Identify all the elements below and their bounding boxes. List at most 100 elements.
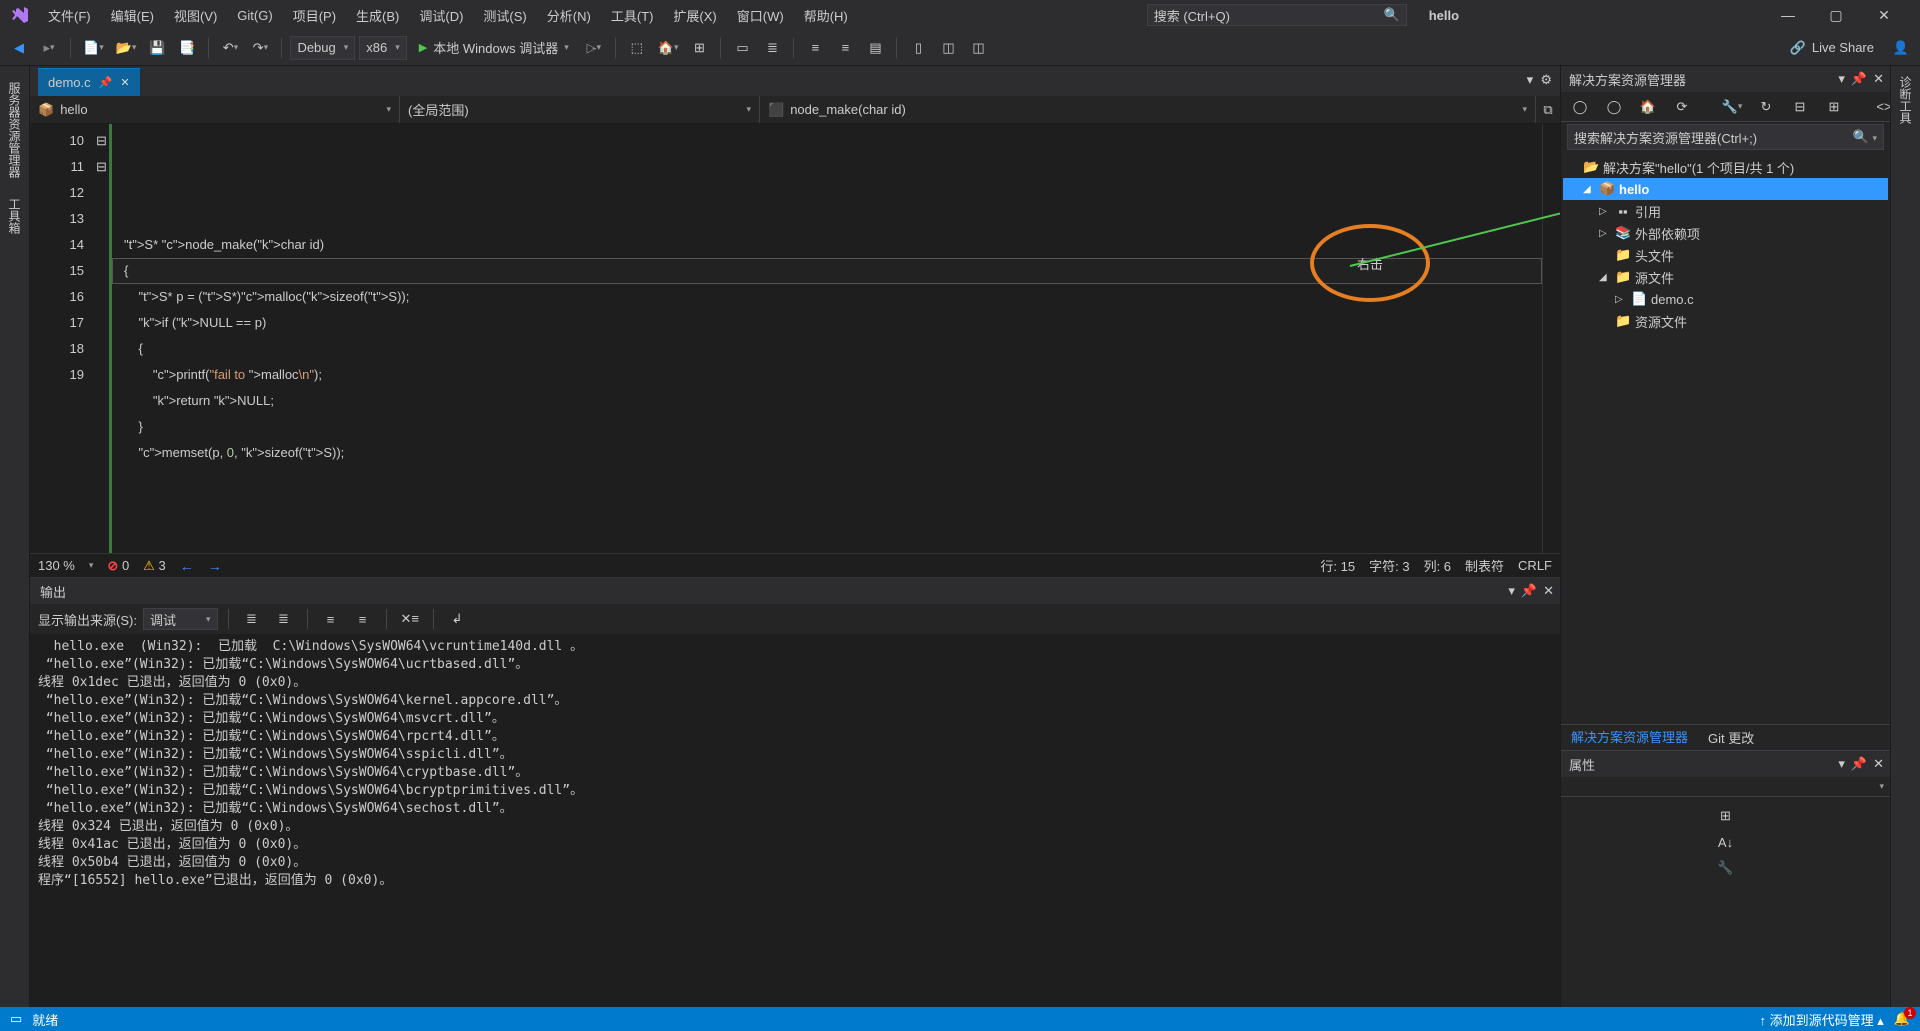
output-btn-1[interactable]: ≣ xyxy=(239,606,265,632)
se-sync-icon[interactable]: ⟳ xyxy=(1669,94,1695,120)
start-debug-button[interactable]: ▶本地 Windows 调试器▾ xyxy=(411,35,577,61)
menu-help[interactable]: 帮助(H) xyxy=(796,2,856,29)
panel-dropdown-icon[interactable]: ▾ xyxy=(1508,583,1515,599)
props-cat-icon[interactable]: ⊞ xyxy=(1567,803,1884,829)
solution-tree[interactable]: 📂解决方案"hello"(1 个项目/共 1 个) ◢📦hello ▷▪▪引用 … xyxy=(1561,152,1890,724)
se-refresh-icon[interactable]: ↻ xyxy=(1753,94,1779,120)
toolbox-tab[interactable]: 工具箱 xyxy=(0,188,29,244)
close-button[interactable]: ✕ xyxy=(1864,1,1904,29)
menu-test[interactable]: 测试(S) xyxy=(475,2,534,29)
maximize-button[interactable]: ▢ xyxy=(1816,1,1856,29)
menu-project[interactable]: 项目(P) xyxy=(285,2,344,29)
file-tab-demo[interactable]: demo.c 📌 ✕ xyxy=(38,68,140,96)
pin-icon[interactable]: 📌 xyxy=(99,76,113,89)
prev-issue-button[interactable]: ← xyxy=(180,558,194,574)
props-az-icon[interactable]: A↓ xyxy=(1567,829,1884,855)
se-close-icon[interactable]: ✕ xyxy=(1873,71,1884,87)
tree-project-hello[interactable]: ◢📦hello xyxy=(1563,178,1888,200)
tree-solution-root[interactable]: 📂解决方案"hello"(1 个项目/共 1 个) xyxy=(1563,156,1888,178)
notifications-icon[interactable]: 🔔1 xyxy=(1894,1011,1910,1027)
wrap-output-icon[interactable]: ↲ xyxy=(444,606,470,632)
tb-icon-4[interactable]: ▭ xyxy=(729,35,755,61)
tb-icon-7[interactable]: ≡ xyxy=(832,35,858,61)
nav-fwd-button[interactable]: ▸▾ xyxy=(36,35,62,61)
tb-icon-5[interactable]: ≣ xyxy=(759,35,785,61)
pin-panel-icon[interactable]: 📌 xyxy=(1521,583,1537,599)
tb-icon-11[interactable]: ◫ xyxy=(965,35,991,61)
server-explorer-tab[interactable]: 服务器资源管理器 xyxy=(0,72,29,188)
menu-tools[interactable]: 工具(T) xyxy=(603,2,662,29)
menu-analyze[interactable]: 分析(N) xyxy=(539,2,599,29)
props-wrench-icon[interactable]: 🔧 xyxy=(1567,855,1884,881)
scope-project-dropdown[interactable]: 📦 hello▾ xyxy=(30,96,400,123)
props-close-icon[interactable]: ✕ xyxy=(1873,756,1884,772)
menu-window[interactable]: 窗口(W) xyxy=(729,2,792,29)
menu-edit[interactable]: 编辑(E) xyxy=(103,2,162,29)
menu-extensions[interactable]: 扩展(X) xyxy=(665,2,724,29)
zoom-level[interactable]: 130 % xyxy=(38,558,75,573)
tree-headers[interactable]: 📁头文件 xyxy=(1563,244,1888,266)
save-all-button[interactable]: 📑 xyxy=(174,35,200,61)
se-fwd-icon[interactable]: ◯ xyxy=(1601,94,1627,120)
minimap-scroll[interactable] xyxy=(1542,124,1560,553)
add-to-src-control[interactable]: ↑ 添加到源代码管理 ▴ xyxy=(1760,1010,1884,1029)
se-home-icon[interactable]: 🏠 xyxy=(1635,94,1661,120)
se-tool-icon[interactable]: 🔧▾ xyxy=(1719,94,1745,120)
save-button[interactable]: 💾 xyxy=(144,35,170,61)
menu-debug[interactable]: 调试(D) xyxy=(411,2,471,29)
diagnostics-tab[interactable]: 诊断工具 xyxy=(1891,66,1920,134)
menu-build[interactable]: 生成(B) xyxy=(348,2,407,29)
minimize-button[interactable]: — xyxy=(1768,1,1808,29)
tab-dropdown-icon[interactable]: ▾ ⚙ xyxy=(1527,72,1552,88)
output-btn-4[interactable]: ≡ xyxy=(350,606,376,632)
tab-mode[interactable]: 制表符 xyxy=(1465,556,1504,575)
next-issue-button[interactable]: → xyxy=(208,558,222,574)
new-item-button[interactable]: 📄▾ xyxy=(79,35,108,61)
open-button[interactable]: 📂▾ xyxy=(112,35,141,61)
tree-references[interactable]: ▷▪▪引用 xyxy=(1563,200,1888,222)
tb-icon-6[interactable]: ≡ xyxy=(802,35,828,61)
code-editor[interactable]: 10111213141516171819 ⊟⊟ "t">S* "c">node_… xyxy=(30,124,1560,553)
scope-function-dropdown[interactable]: ⬛ node_make(char id)▾ xyxy=(760,96,1536,123)
error-count[interactable]: ⊘ 0 xyxy=(107,558,129,574)
tree-resources[interactable]: 📁资源文件 xyxy=(1563,310,1888,332)
undo-button[interactable]: ↶▾ xyxy=(217,35,243,61)
tb-icon-1[interactable]: ⬚ xyxy=(624,35,650,61)
config-dropdown[interactable]: Debug▾ xyxy=(290,36,355,60)
props-dropdown-icon[interactable]: ▾ xyxy=(1838,756,1845,772)
menu-file[interactable]: 文件(F) xyxy=(40,2,99,29)
tab-solution-explorer[interactable]: 解决方案资源管理器 xyxy=(1561,723,1698,752)
tab-git-changes[interactable]: Git 更改 xyxy=(1698,724,1764,751)
tb-icon-9[interactable]: ▯ xyxy=(905,35,931,61)
se-showall-icon[interactable]: ⊞ xyxy=(1821,94,1847,120)
output-text[interactable]: hello.exe (Win32): 已加载 C:\Windows\SysWOW… xyxy=(30,634,1560,1007)
tree-external-deps[interactable]: ▷📚外部依赖项 xyxy=(1563,222,1888,244)
platform-dropdown[interactable]: x86▾ xyxy=(359,36,407,60)
se-dropdown-icon[interactable]: ▾ xyxy=(1838,71,1845,87)
account-button[interactable]: 👤 xyxy=(1888,35,1914,61)
se-collapse-icon[interactable]: ⊟ xyxy=(1787,94,1813,120)
split-icon[interactable]: ⧉ xyxy=(1536,96,1560,123)
tb-icon-8[interactable]: ▤ xyxy=(862,35,888,61)
tb-icon-3[interactable]: ⊞ xyxy=(686,35,712,61)
clear-output-icon[interactable]: ✕≡ xyxy=(397,606,423,632)
scope-global-dropdown[interactable]: (全局范围)▾ xyxy=(400,96,760,123)
line-ending[interactable]: CRLF xyxy=(1518,558,1552,573)
tb-icon-2[interactable]: 🏠▾ xyxy=(654,35,683,61)
fold-column[interactable]: ⊟⊟ xyxy=(94,124,112,553)
se-pin-icon[interactable]: 📌 xyxy=(1851,71,1867,87)
solution-explorer-search[interactable]: 搜索解决方案资源管理器(Ctrl+;) 🔍 ▾ xyxy=(1567,124,1884,150)
tb-icon-10[interactable]: ◫ xyxy=(935,35,961,61)
menu-git[interactable]: Git(G) xyxy=(229,4,280,27)
tree-sources[interactable]: ◢📁源文件 xyxy=(1563,266,1888,288)
output-source-dropdown[interactable]: 调试▾ xyxy=(143,608,218,630)
se-back-icon[interactable]: ◯ xyxy=(1567,94,1593,120)
output-btn-2[interactable]: ≣ xyxy=(271,606,297,632)
title-search[interactable]: 搜索 (Ctrl+Q) 🔍 xyxy=(1147,4,1407,26)
close-tab-icon[interactable]: ✕ xyxy=(120,76,129,89)
live-share-button[interactable]: 🔗 Live Share xyxy=(1780,40,1884,56)
nav-back-button[interactable]: ◀ xyxy=(6,35,32,61)
code-content[interactable]: "t">S* "c">node_make("k">char id){ "t">S… xyxy=(112,124,1542,553)
warning-count[interactable]: ⚠ 3 xyxy=(143,558,166,574)
tree-file-demo[interactable]: ▷📄demo.c xyxy=(1563,288,1888,310)
